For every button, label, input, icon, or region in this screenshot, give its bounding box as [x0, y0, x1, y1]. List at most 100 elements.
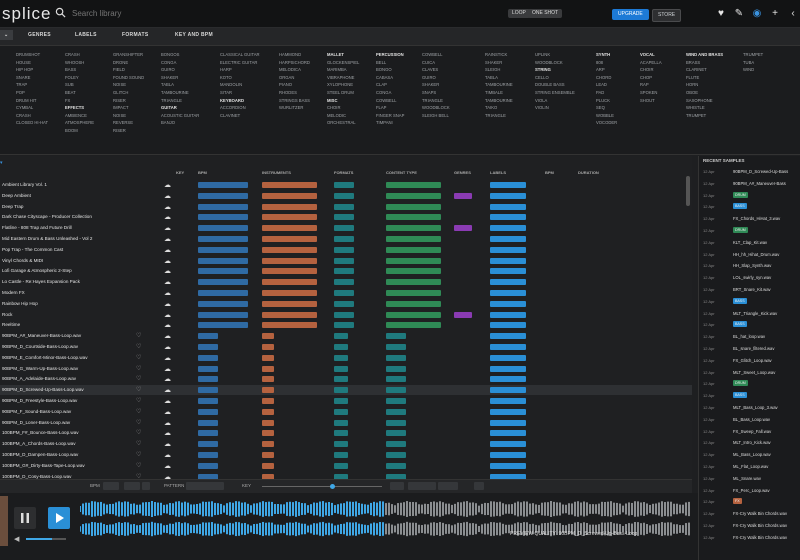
category-item[interactable]: TAMBOURINE — [485, 82, 513, 88]
tag-cell[interactable] — [198, 344, 218, 350]
category-item[interactable]: CUICA — [422, 60, 450, 66]
category-item[interactable]: FLAP — [376, 105, 404, 111]
tag-cell[interactable] — [262, 430, 274, 437]
header-bpm[interactable]: BPM — [198, 170, 207, 175]
tag-cell[interactable] — [386, 408, 406, 415]
category-item[interactable]: HIP HOP — [16, 67, 48, 73]
cloud-icon[interactable]: ☁ — [164, 429, 171, 437]
category-item[interactable]: BASS — [65, 67, 94, 73]
tag-cell[interactable] — [262, 408, 274, 415]
table-row[interactable]: 100BPM_F#_Bounce-Bass-Loop.wav ☁ ♡ — [0, 428, 692, 438]
bpm-box[interactable] — [103, 482, 119, 490]
category-item[interactable]: WIND — [743, 67, 763, 73]
heart-icon[interactable]: ♡ — [136, 332, 141, 339]
tag-cell[interactable] — [386, 344, 406, 350]
tag-cell[interactable] — [386, 246, 441, 253]
category-item[interactable]: 808 — [596, 60, 617, 66]
table-scrollbar[interactable] — [686, 176, 690, 206]
bpm-box-2[interactable] — [124, 482, 140, 490]
tag-cell[interactable] — [490, 182, 526, 188]
sidebar-item[interactable]: 12 Apr MLT_Triangle_Kick.wav — [699, 308, 800, 320]
tag-cell[interactable] — [334, 203, 354, 210]
tag-cell[interactable] — [198, 452, 218, 458]
cloud-icon[interactable]: ☁ — [164, 235, 171, 243]
category-item[interactable]: BOOM — [65, 128, 94, 134]
tag-cell[interactable] — [386, 192, 441, 199]
tag-cell[interactable] — [334, 192, 354, 199]
category-item[interactable]: CONGA — [161, 60, 199, 66]
tag-cell[interactable] — [490, 225, 526, 232]
cloud-icon[interactable]: ☁ — [164, 311, 171, 319]
heart-icon[interactable]: ♡ — [136, 354, 141, 361]
category-item[interactable]: TABLA — [485, 75, 513, 81]
category-item[interactable]: CHOP — [640, 75, 662, 81]
tag-cell[interactable] — [334, 225, 354, 232]
tag-cell[interactable] — [490, 257, 526, 264]
tag-cell[interactable] — [198, 246, 248, 253]
sidebar-item[interactable]: 12 Apr FX-Cry Walk Bin Chords.wav — [699, 532, 800, 544]
sidebar-item[interactable]: 12 Apr BL_Bass_Loop.wav — [699, 414, 800, 426]
tag-cell[interactable] — [386, 441, 406, 448]
category-item[interactable]: TIMPANI — [376, 120, 404, 126]
category-item[interactable]: RAINSTICK — [485, 52, 513, 58]
tag-cell[interactable] — [262, 192, 317, 199]
cloud-icon[interactable]: ☁ — [164, 300, 171, 308]
category-item[interactable]: FINGER SNAP — [376, 113, 404, 119]
category-item[interactable]: AMBIENCE — [65, 113, 94, 119]
tag-cell[interactable] — [334, 430, 348, 437]
tag-cell[interactable] — [386, 300, 441, 307]
category-item[interactable]: GRANSHIFTER — [113, 52, 144, 58]
tag-cell[interactable] — [386, 279, 441, 286]
tag-cell[interactable] — [490, 430, 526, 437]
table-row[interactable]: 90BPM_A_Adelaide-Bass-Loop.wav ☁ ♡ — [0, 374, 692, 384]
category-item[interactable]: CHORD — [596, 75, 617, 81]
sidebar-item[interactable]: 12 Apr FX_Perc_Loop.wav — [699, 485, 800, 497]
tag-cell[interactable] — [490, 462, 526, 469]
category-item[interactable]: DRUM HIT — [16, 98, 48, 104]
heart-icon[interactable]: ♡ — [136, 419, 141, 426]
heart-icon[interactable]: ♡ — [136, 375, 141, 382]
category-item[interactable]: NOISE — [113, 82, 144, 88]
tag-cell[interactable] — [490, 300, 526, 307]
tag-cell[interactable] — [334, 462, 348, 469]
table-row[interactable]: 90BPM_D_Screwed-Up-Bass-Loop.wav ☁ ♡ — [0, 385, 692, 396]
tag-cell[interactable] — [334, 376, 348, 383]
table-row[interactable]: Ambient Library Vol. 1 ☁ — [0, 180, 692, 190]
tab-genres[interactable]: GENRES — [28, 32, 51, 38]
cloud-icon[interactable]: ☁ — [164, 375, 171, 383]
sidebar-item[interactable]: 12 Apr BASS — [699, 319, 800, 331]
category-item[interactable]: SITAR — [220, 90, 260, 96]
tag-cell[interactable] — [490, 236, 526, 242]
category-item[interactable]: SEQ — [596, 105, 617, 111]
tag-cell[interactable] — [490, 452, 526, 458]
tag-cell[interactable] — [262, 365, 274, 372]
cloud-icon[interactable]: ☁ — [164, 257, 171, 265]
category-item[interactable]: XYLOPHONE — [327, 82, 359, 88]
heart-icon[interactable]: ♡ — [136, 397, 141, 404]
category-item[interactable]: STRINGS BASS — [279, 98, 310, 104]
tag-cell[interactable] — [334, 290, 354, 296]
search-input[interactable] — [70, 8, 274, 19]
category-item[interactable]: WHISTLE — [686, 105, 723, 111]
table-row[interactable]: Reeltime ☁ — [0, 320, 692, 330]
category-item[interactable]: WURLITZER — [279, 105, 310, 111]
tag-cell[interactable] — [334, 322, 354, 329]
category-item[interactable]: FIELD — [113, 67, 144, 73]
tag-cell[interactable] — [386, 452, 406, 458]
tag-cell[interactable] — [198, 203, 248, 210]
tag-cell[interactable] — [262, 279, 317, 286]
category-item[interactable]: TRIANGLE — [422, 98, 450, 104]
category-item[interactable]: CLARINET — [686, 67, 723, 73]
header-content-type[interactable]: CONTENT TYPE — [386, 170, 417, 175]
tag-cell[interactable] — [262, 246, 317, 253]
table-row[interactable]: Rock ☁ — [0, 310, 692, 320]
category-item[interactable]: SHAKER — [422, 82, 450, 88]
category-item[interactable]: DOUBLE BASS — [535, 82, 575, 88]
sidebar-item[interactable]: 12 Apr BRT_Snare_Kit.wav — [699, 284, 800, 296]
tag-cell[interactable] — [198, 462, 218, 469]
category-item[interactable]: ACOUSTIC GUITAR — [161, 113, 199, 119]
tag-cell[interactable] — [490, 203, 526, 210]
app-logo[interactable]: splice — [2, 4, 51, 24]
category-item[interactable]: RHODES — [279, 90, 310, 96]
category-item[interactable]: ACCORDION — [220, 105, 260, 111]
